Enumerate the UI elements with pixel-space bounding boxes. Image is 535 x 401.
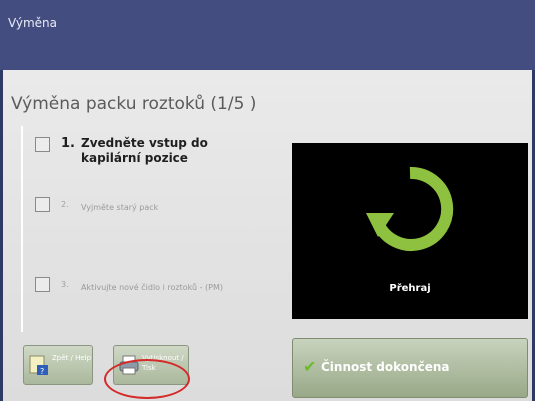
step-1-text: Zvedněte vstup do kapilární pozice [81, 136, 208, 165]
step-3-checkbox[interactable] [35, 277, 50, 292]
main-panel: Výměna packu roztoků (1/5 ) 1. Zvedněte … [3, 70, 532, 401]
step-1-checkbox[interactable] [35, 137, 50, 152]
page-title: Výměna packu roztoků (1/5 ) [11, 94, 257, 114]
activity-done-button[interactable]: ✔ Činnost dokončena [292, 338, 528, 398]
window-title: Výměna [8, 16, 58, 30]
step-2-text: Vyjměte starý pack [81, 203, 159, 212]
step-3-number: 3. [61, 280, 69, 289]
steps-divider [21, 126, 23, 332]
step-1-number: 1. [61, 136, 75, 151]
checkmark-icon: ✔ [303, 357, 317, 376]
step-2-number: 2. [61, 200, 69, 209]
video-player[interactable]: Přehraj [292, 143, 528, 319]
svg-text:?: ? [40, 367, 44, 376]
activity-done-label: Činnost dokončena [321, 360, 450, 374]
back-help-label: Zpět / Help [52, 354, 92, 362]
document-help-icon: ? [29, 355, 48, 376]
step-3-text: Aktivujte nové čidlo i roztoků - (PM) [81, 283, 224, 292]
highlight-circle [104, 359, 190, 399]
titlebar: Výměna [0, 0, 535, 70]
play-label[interactable]: Přehraj [292, 283, 528, 294]
back-help-button[interactable]: ? Zpět / Help [23, 345, 93, 385]
step-2-checkbox[interactable] [35, 197, 50, 212]
replay-icon[interactable] [364, 163, 456, 255]
